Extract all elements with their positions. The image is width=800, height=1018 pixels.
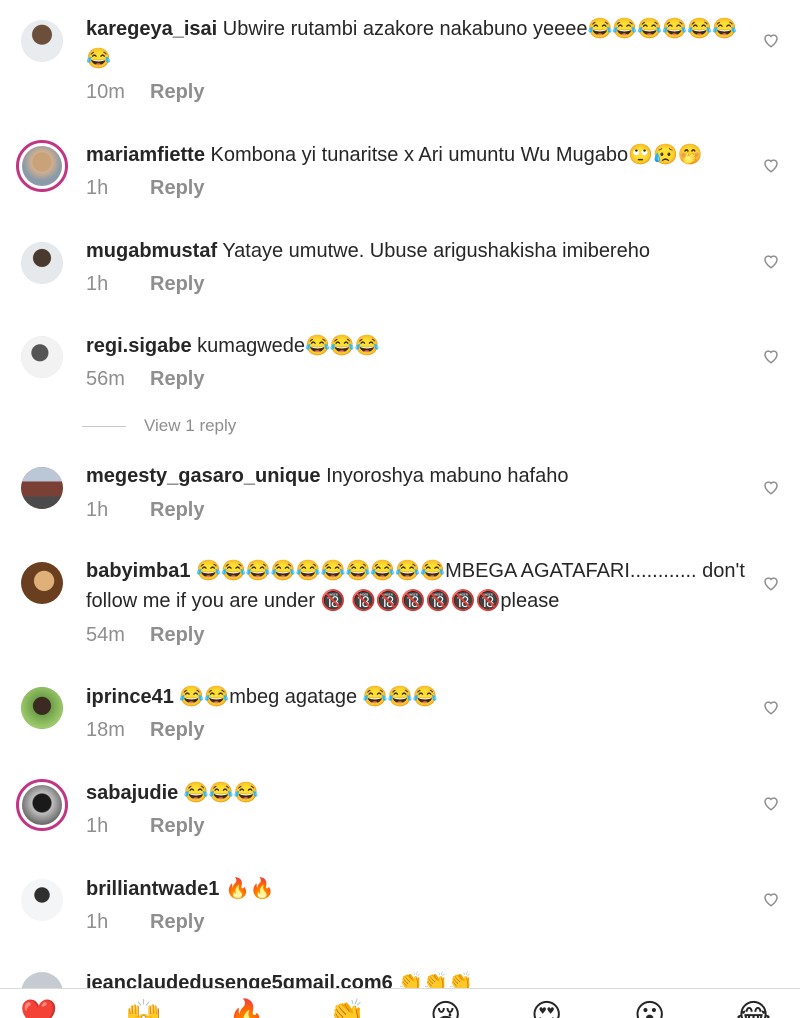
comment-text: Inyoroshya mabuno hafaho — [326, 465, 569, 487]
reaction-heart-eyes-icon[interactable]: 😍 — [531, 1001, 562, 1018]
comment-text: 😂😂😂 — [183, 782, 259, 804]
like-heart-icon[interactable] — [762, 478, 780, 496]
timestamp: 1h — [86, 499, 109, 521]
username[interactable]: jeanclaudedusenge5gmail.com6 — [86, 972, 393, 988]
timestamp: 1h — [86, 911, 109, 933]
avatar[interactable] — [16, 779, 68, 831]
timestamp: 10m — [86, 81, 125, 103]
like-heart-icon[interactable] — [762, 347, 780, 365]
reply-button[interactable]: Reply — [150, 499, 204, 521]
like-heart-icon[interactable] — [762, 574, 780, 592]
timestamp: 1h — [86, 273, 109, 295]
timestamp: 54m — [86, 624, 125, 646]
avatar[interactable] — [16, 140, 68, 192]
like-heart-icon[interactable] — [762, 698, 780, 716]
comment-text: Yataye umutwe. Ubuse arigushakisha imibe… — [222, 240, 650, 262]
username[interactable]: regi.sigabe — [86, 335, 192, 357]
avatar[interactable] — [21, 336, 63, 378]
avatar[interactable] — [21, 20, 63, 62]
reaction-surprised-icon[interactable]: 😮 — [634, 1001, 665, 1018]
comment-text: kumagwede😂😂😂 — [197, 335, 380, 357]
username[interactable]: iprince41 — [86, 686, 174, 708]
reply-button[interactable]: Reply — [150, 368, 204, 390]
timestamp: 1h — [86, 815, 109, 837]
username[interactable]: mugabmustaf — [86, 240, 217, 262]
timestamp: 1h — [86, 177, 109, 199]
reply-button[interactable]: Reply — [150, 624, 204, 646]
avatar[interactable] — [21, 242, 63, 284]
username[interactable]: sabajudie — [86, 782, 178, 804]
username[interactable]: mariamfiette — [86, 144, 205, 166]
reaction-clap-icon[interactable]: 👏 — [328, 1001, 365, 1018]
reaction-sad-icon[interactable]: 😢 — [430, 1001, 461, 1018]
like-heart-icon[interactable] — [762, 31, 780, 49]
avatar[interactable] — [21, 687, 63, 729]
reaction-fire-icon[interactable]: 🔥 — [228, 1001, 265, 1018]
reply-button[interactable]: Reply — [150, 177, 204, 199]
comment-text: 🔥🔥 — [224, 878, 275, 900]
comment-text: Kombona yi tunaritse x Ari umuntu Wu Mug… — [210, 144, 703, 166]
reply-button[interactable]: Reply — [150, 81, 204, 103]
avatar[interactable] — [21, 972, 63, 988]
username[interactable]: brilliantwade1 — [86, 878, 219, 900]
reply-button[interactable]: Reply — [150, 815, 204, 837]
username[interactable]: karegeya_isai — [86, 18, 217, 40]
reaction-raised-hands-icon[interactable]: 🙌 — [125, 1001, 162, 1018]
comment-text: 👏👏👏 — [398, 972, 474, 988]
reply-button[interactable]: Reply — [150, 719, 204, 741]
reaction-laughing-icon[interactable]: 😂 — [736, 1001, 771, 1018]
avatar[interactable] — [21, 562, 63, 604]
timestamp: 18m — [86, 719, 125, 741]
like-heart-icon[interactable] — [762, 252, 780, 270]
like-heart-icon[interactable] — [762, 890, 780, 908]
view-replies-button[interactable]: View 1 reply — [82, 416, 236, 436]
comment-list[interactable]: karegeya_isai Ubwire rutambi azakore nak… — [0, 0, 800, 988]
avatar[interactable] — [21, 879, 63, 921]
comment-text: 😂😂mbeg agatage 😂😂😂 — [179, 686, 438, 708]
reply-button[interactable]: Reply — [150, 911, 204, 933]
reply-button[interactable]: Reply — [150, 273, 204, 295]
divider — [82, 426, 126, 428]
avatar[interactable] — [21, 467, 63, 509]
username[interactable]: babyimba1 — [86, 560, 190, 582]
reaction-heart-icon[interactable]: ❤️ — [20, 1001, 57, 1018]
like-heart-icon[interactable] — [762, 794, 780, 812]
username[interactable]: megesty_gasaro_unique — [86, 465, 321, 487]
like-heart-icon[interactable] — [762, 156, 780, 174]
quick-reaction-bar: ❤️ 🙌 🔥 👏 😢 😍 😮 😂 — [0, 988, 800, 1018]
timestamp: 56m — [86, 368, 125, 390]
